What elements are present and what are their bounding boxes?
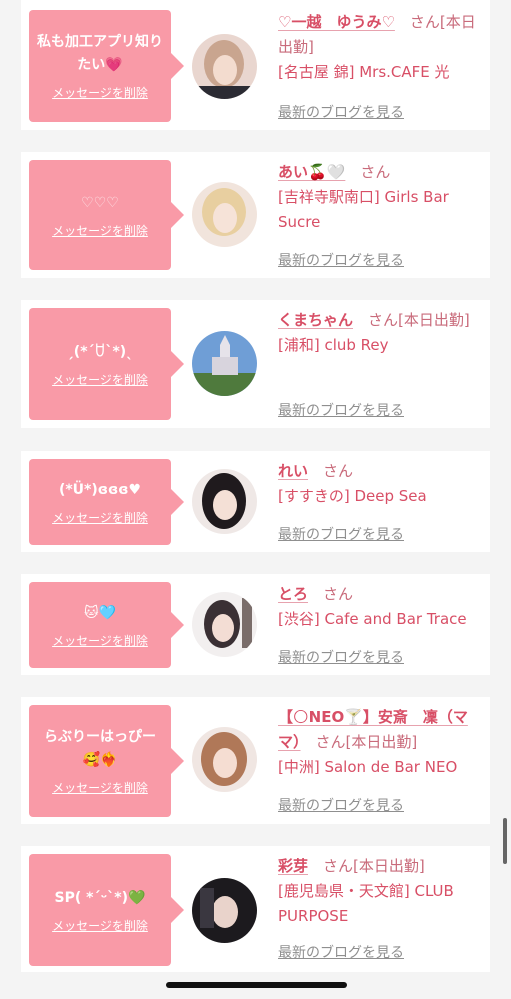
cast-name-link[interactable]: 彩芽 [278,857,308,875]
cast-suffix: さん[本日出勤] [323,857,425,875]
store-text: [鹿児島県・天文館] CLUB PURPOSE [278,882,454,925]
cast-info: くまちゃん さん[本日出勤] [浦和] club Rey [278,308,486,358]
cast-info: あい🍒🤍 さん [吉祥寺駅南口] Girls Bar Sucre [278,160,486,235]
favorite-card: (*Ü*)ɞɞɞ♥ メッセージを削除 れい さん [すすきの] Deep Sea… [21,451,490,552]
cast-name-link[interactable]: ♡一越 ゆうみ♡ [278,13,395,31]
latest-blog-link[interactable]: 最新のブログを見る [278,524,404,544]
message-bubble: ˏ(*´ꇴ`*)ˎ メッセージを削除 [29,308,184,420]
message-bubble: SP( *´ᵕ`*)💚 メッセージを削除 [29,854,184,966]
delete-message-link[interactable]: メッセージを削除 [52,917,148,934]
store-text: [吉祥寺駅南口] Girls Bar Sucre [278,188,449,231]
cast-suffix: さん[本日出勤] [315,733,418,751]
cast-info: 彩芽 さん[本日出勤] [鹿児島県・天文館] CLUB PURPOSE [278,854,486,929]
favorite-card: ˏ(*´ꇴ`*)ˎ メッセージを削除 くまちゃん さん[本日出勤] [浦和] c… [21,300,490,428]
latest-blog-link[interactable]: 最新のブログを見る [278,400,404,420]
message-bubble: (*Ü*)ɞɞɞ♥ メッセージを削除 [29,459,184,545]
avatar[interactable] [192,182,257,247]
message-bubble: 私も加工アプリ知りたい💗 メッセージを削除 [29,10,184,122]
message-text: SP( *´ᵕ`*)💚 [54,889,146,906]
cast-info: 【🌕NEO🍸】安斎 凜（ママ） さん[本日出勤] [中洲] Salon de B… [278,705,486,780]
message-text: ♡♡♡ [81,194,119,211]
cast-suffix: さん [360,163,391,181]
message-text: ˏ(*´ꇴ`*)ˎ [66,343,134,360]
favorite-card: らぶりーはっぴー🥰❤️‍🔥 メッセージを削除 【🌕NEO🍸】安斎 凜（ママ） さ… [21,697,490,824]
cast-suffix: さん[本日出勤] [368,311,470,329]
store-text: [中洲] Salon de Bar NEO [278,758,458,776]
message-text: らぶりーはっぴー🥰❤️‍🔥 [44,729,156,768]
message-text: (*Ü*)ɞɞɞ♥ [58,481,142,498]
message-bubble: ♡♡♡ メッセージを削除 [29,160,184,270]
message-bubble: 🐱🩵 メッセージを削除 [29,582,184,668]
delete-message-link[interactable]: メッセージを削除 [52,222,148,239]
cast-name-link[interactable]: れい [278,462,308,480]
avatar[interactable] [192,469,257,534]
delete-message-link[interactable]: メッセージを削除 [52,509,148,526]
avatar[interactable] [192,878,257,943]
cast-name-link[interactable]: あい🍒🤍 [278,163,345,181]
latest-blog-link[interactable]: 最新のブログを見る [278,647,404,667]
message-text: 🐱🩵 [83,604,117,621]
avatar[interactable] [192,331,257,396]
store-text: [すすきの] Deep Sea [278,487,427,505]
latest-blog-link[interactable]: 最新のブログを見る [278,250,404,270]
store-text: [渋谷] Cafe and Bar Trace [278,610,467,628]
store-text: [名古屋 錦] Mrs.CAFE 光 [278,63,450,81]
delete-message-link[interactable]: メッセージを削除 [52,84,148,101]
store-text: [浦和] club Rey [278,336,389,354]
cast-name-link[interactable]: とろ [278,585,308,603]
avatar[interactable] [192,727,257,792]
delete-message-link[interactable]: メッセージを削除 [52,632,148,649]
delete-message-link[interactable]: メッセージを削除 [52,779,148,796]
cast-suffix: さん [323,585,354,603]
favorite-card: 私も加工アプリ知りたい💗 メッセージを削除 ♡一越 ゆうみ♡ さん[本日出勤] … [21,0,490,130]
avatar[interactable] [192,34,257,99]
latest-blog-link[interactable]: 最新のブログを見る [278,102,404,122]
favorite-card: ♡♡♡ メッセージを削除 あい🍒🤍 さん [吉祥寺駅南口] Girls Bar … [21,152,490,278]
cast-info: れい さん [すすきの] Deep Sea [278,459,486,509]
home-indicator[interactable] [166,982,347,988]
cast-info: ♡一越 ゆうみ♡ さん[本日出勤] [名古屋 錦] Mrs.CAFE 光 [278,10,486,85]
cast-info: とろ さん [渋谷] Cafe and Bar Trace [278,582,486,632]
message-text: 私も加工アプリ知りたい💗 [37,34,163,73]
favorite-card: 🐱🩵 メッセージを削除 とろ さん [渋谷] Cafe and Bar Trac… [21,574,490,675]
latest-blog-link[interactable]: 最新のブログを見る [278,795,404,815]
latest-blog-link[interactable]: 最新のブログを見る [278,942,404,962]
delete-message-link[interactable]: メッセージを削除 [52,371,148,388]
cast-name-link[interactable]: くまちゃん [278,311,353,329]
scrollbar[interactable] [503,818,507,864]
favorite-card: SP( *´ᵕ`*)💚 メッセージを削除 彩芽 さん[本日出勤] [鹿児島県・天… [21,846,490,972]
cast-suffix: さん [323,462,354,480]
avatar[interactable] [192,592,257,657]
message-bubble: らぶりーはっぴー🥰❤️‍🔥 メッセージを削除 [29,705,184,817]
